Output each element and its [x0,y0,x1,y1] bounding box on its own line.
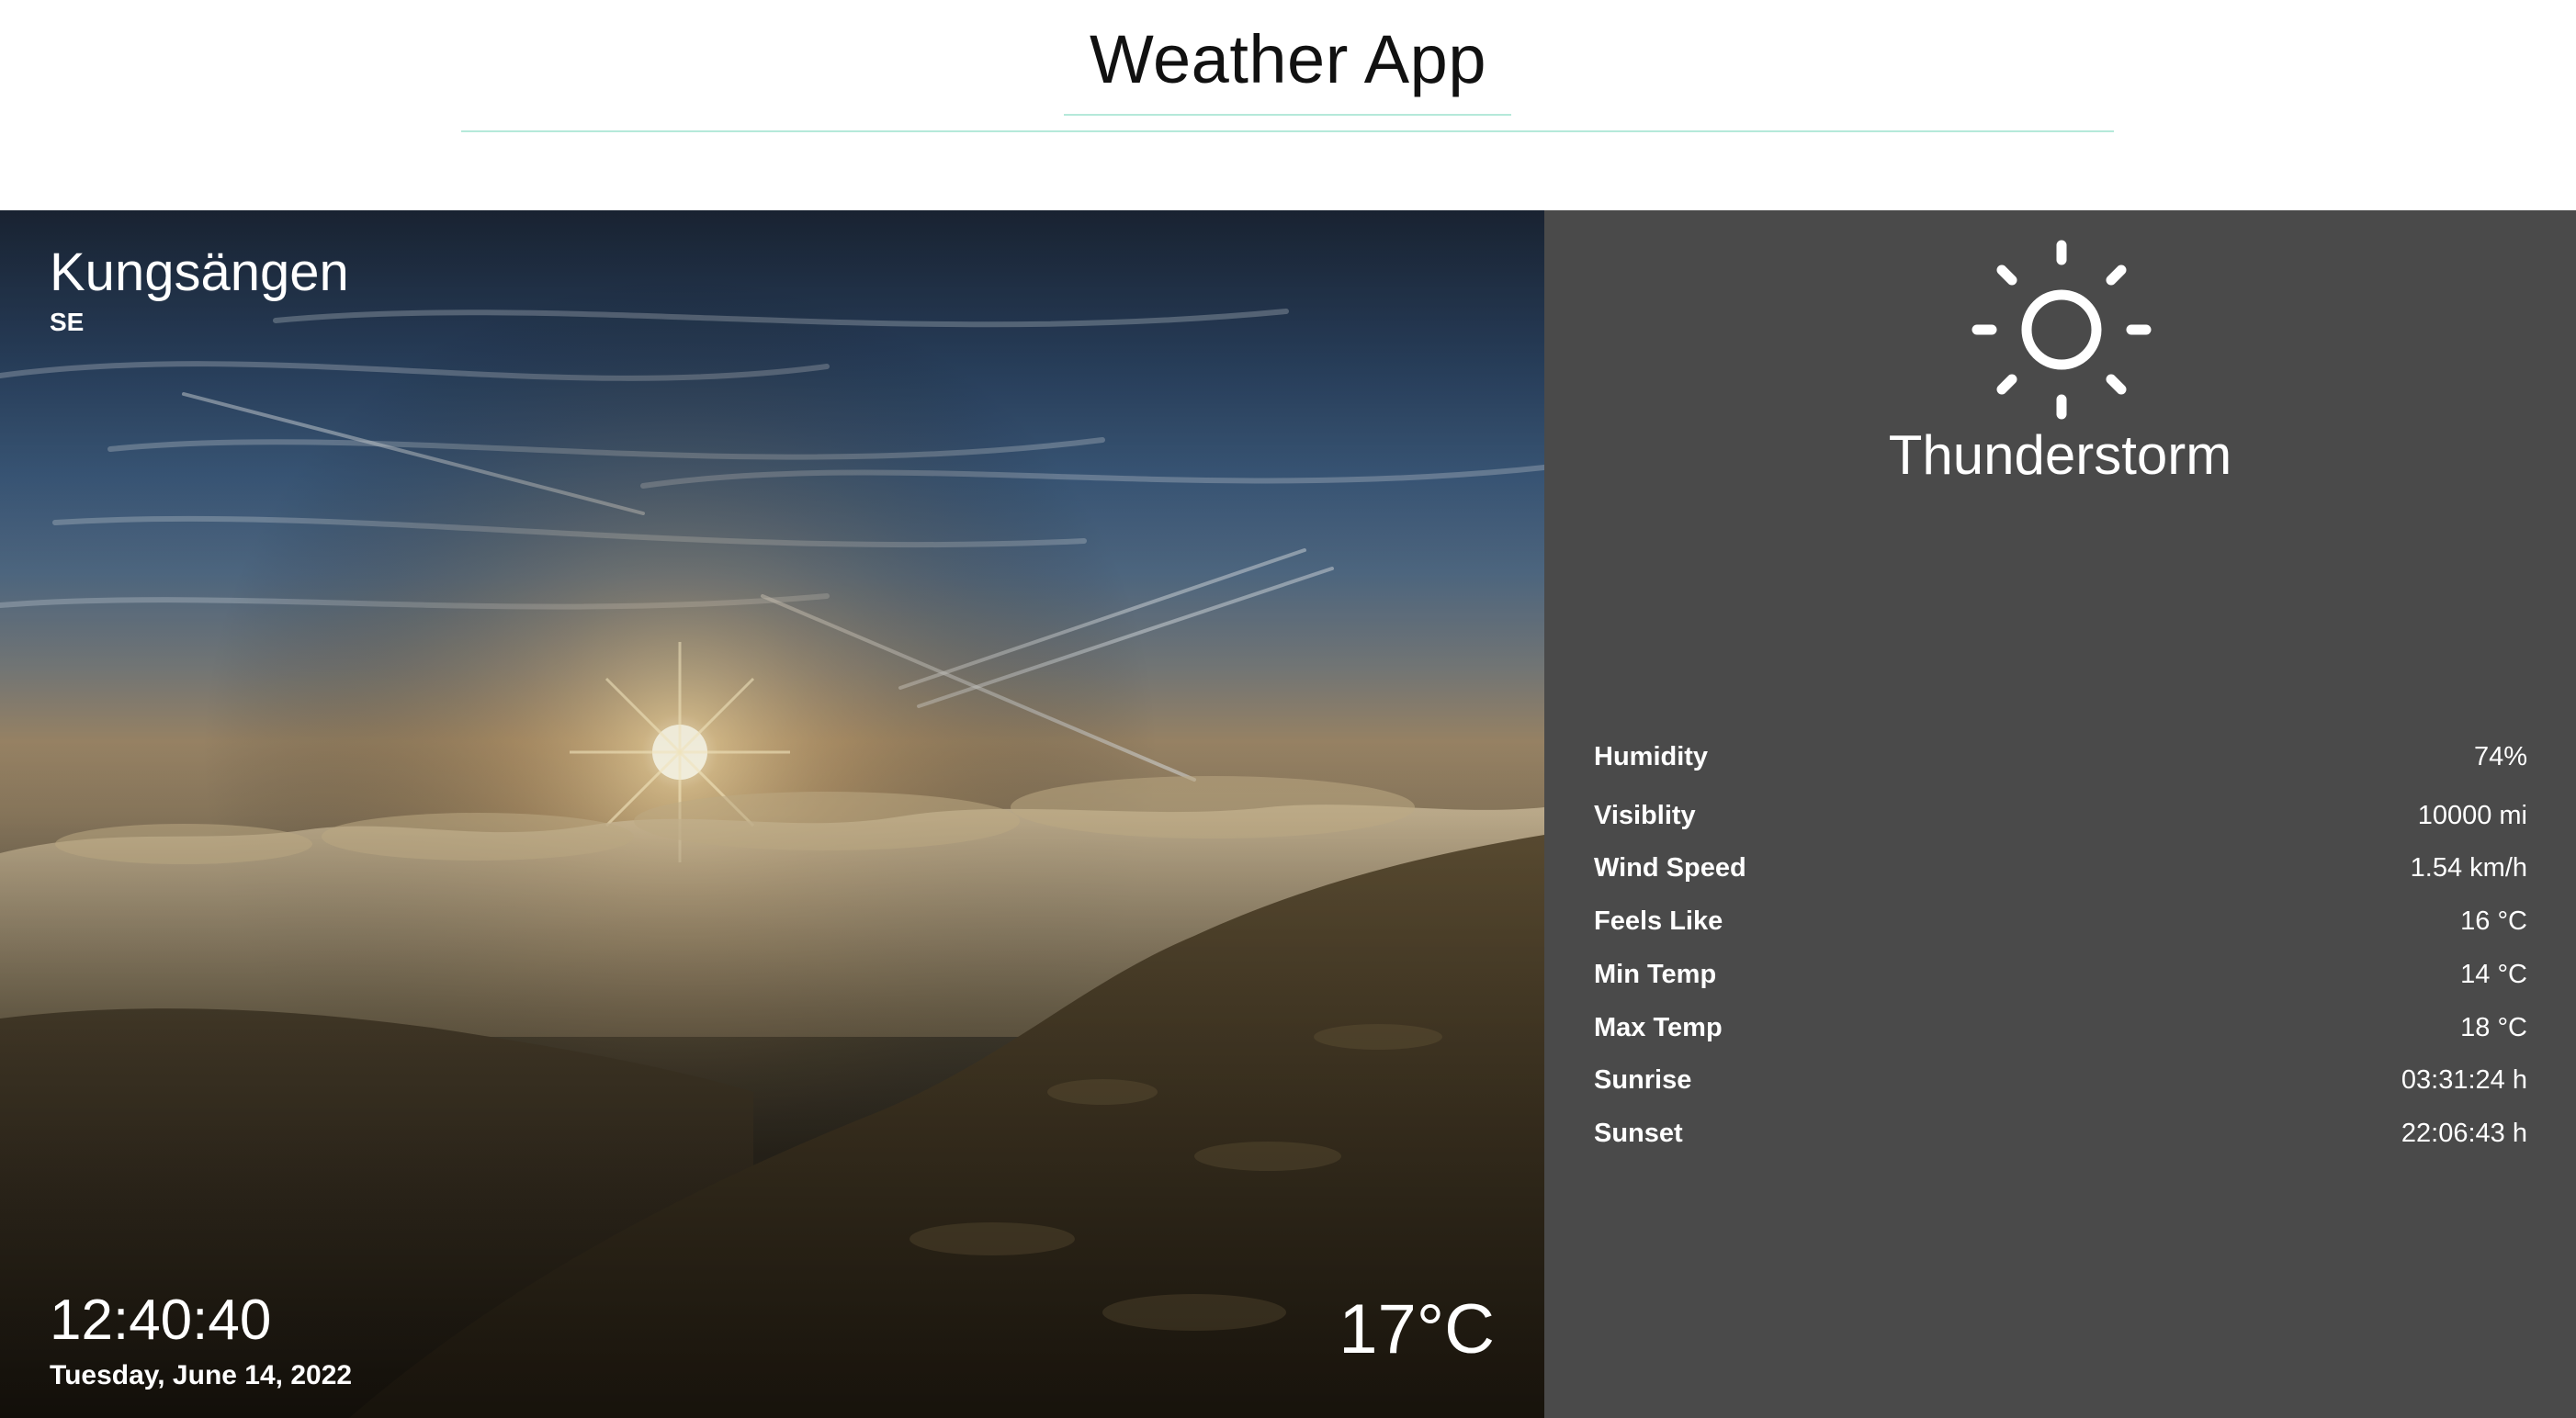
stat-row-feels-like: Feels Like 16 °C [1594,898,2527,944]
weather-details-panel: Thunderstorm Humidity 74% Visiblity 1000… [1544,210,2576,1418]
weather-condition: Thunderstorm [1888,424,2232,486]
sun-icon [1972,240,2152,420]
stat-row-humidity: Humidity 74% [1594,734,2527,780]
current-temperature: 17°C [1339,1290,1495,1368]
stat-label: Humidity [1594,741,1709,771]
stat-row-max-temp: Max Temp 18 °C [1594,1005,2527,1051]
stat-label: Wind Speed [1594,852,1746,883]
mountain-landscape-image [0,210,1544,1418]
stat-row-visibility: Visiblity 10000 mi [1594,793,2527,838]
app-header: Weather App [0,0,2576,210]
stat-row-min-temp: Min Temp 14 °C [1594,951,2527,997]
stat-value: 22:06:43 h [2401,1118,2527,1148]
stat-value: 18 °C [2460,1012,2527,1042]
stat-label: Min Temp [1594,959,1717,989]
current-time: 12:40:40 [50,1289,272,1352]
stat-label: Visiblity [1594,800,1696,830]
city-name: Kungsängen [50,242,349,302]
stat-label: Sunrise [1594,1064,1692,1095]
stat-row-wind-speed: Wind Speed 1.54 km/h [1594,845,2527,891]
current-date: Tuesday, June 14, 2022 [50,1360,353,1390]
stat-value: 03:31:24 h [2401,1064,2527,1095]
stat-value: 1.54 km/h [2410,852,2527,883]
stat-row-sunset: Sunset 22:06:43 h [1594,1110,2527,1156]
stat-value: 74% [2473,741,2527,771]
stat-label: Max Temp [1594,1012,1723,1042]
stat-value: 10000 mi [2417,800,2527,830]
location-background-image: Kungsängen SE 12:40:40 Tuesday, June 14,… [0,210,1544,1418]
app-title: Weather App [1090,21,1486,97]
country-code: SE [50,308,85,336]
stat-row-sunrise: Sunrise 03:31:24 h [1594,1057,2527,1103]
title-underline [1064,114,1511,116]
stat-label: Sunset [1594,1118,1683,1148]
header-divider [461,130,2114,132]
stat-label: Feels Like [1594,906,1723,936]
stat-value: 16 °C [2460,906,2527,936]
stat-value: 14 °C [2460,959,2527,989]
